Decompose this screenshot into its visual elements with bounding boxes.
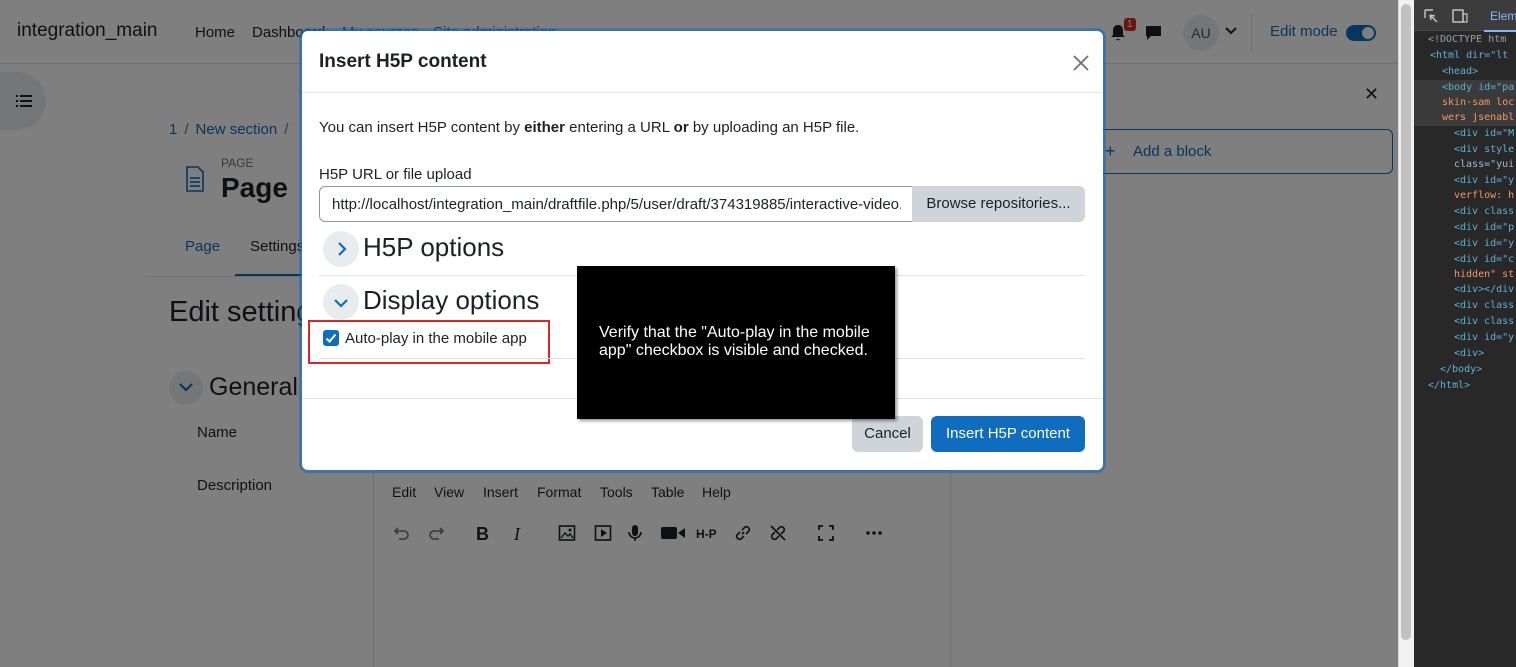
dom-line[interactable]: class="yui [1454,159,1514,174]
dom-line[interactable]: hidden" st [1454,269,1514,284]
dom-line[interactable]: <div id="p [1454,222,1514,237]
close-icon[interactable] [1072,54,1090,72]
dom-line[interactable]: <div class [1454,316,1514,331]
dom-line[interactable]: <head> [1442,66,1478,81]
devtools-toolbar: Elem [1414,0,1516,32]
dom-line[interactable]: <div class [1454,300,1514,315]
autoplay-checkbox[interactable] [323,330,339,346]
dom-line[interactable]: <div id="y [1454,175,1514,190]
dom-line[interactable]: <div id="y [1454,238,1514,253]
check-icon [325,333,337,343]
verification-annotation: Verify that the "Auto-play in the mobile… [577,266,895,419]
dom-line[interactable]: skin-sam loc [1442,97,1514,112]
devtools-panel: Elem <!DOCTYPE htm <html dir="lt <head> … [1414,0,1516,667]
h5p-url-input[interactable] [319,186,914,222]
dom-line[interactable]: <div class [1454,206,1514,221]
dom-line[interactable]: <div id="y [1454,332,1514,347]
dom-line[interactable]: <html dir="lt [1430,50,1508,65]
dom-line[interactable]: </html> [1428,380,1470,395]
dom-line[interactable]: <!DOCTYPE htm [1428,34,1506,49]
devtools-elements-tab[interactable]: Elem [1490,9,1516,23]
inspect-icon[interactable] [1424,9,1438,23]
chevron-down-icon [334,299,348,308]
insert-h5p-content-button[interactable]: Insert H5P content [931,416,1085,452]
autoplay-label[interactable]: Auto-play in the mobile app [345,330,527,347]
dom-line[interactable]: <div style [1454,144,1514,159]
dom-line[interactable]: <div id="c [1454,254,1514,269]
dom-line[interactable]: wers jsenabl [1442,112,1514,127]
active-tab-indicator [1484,30,1516,32]
dialog-title: Insert H5P content [319,51,487,72]
dom-line[interactable]: verflow: h [1454,190,1514,205]
dom-line[interactable]: <div> [1454,348,1484,363]
dialog-header-divider [302,92,1103,93]
dom-line[interactable]: </body> [1440,364,1482,379]
display-options-heading[interactable]: Display options [363,285,539,316]
cancel-button[interactable]: Cancel [852,416,923,452]
dialog-intro: You can insert H5P content by either ent… [319,119,860,136]
device-toggle-icon[interactable] [1452,9,1468,23]
h5p-options-heading[interactable]: H5P options [363,232,504,263]
dom-line[interactable]: <body id="pa [1442,82,1514,97]
scrollbar-thumb[interactable] [1401,4,1411,640]
dom-line[interactable]: <div id="M [1454,128,1514,143]
browse-repositories-button[interactable]: Browse repositories... [912,186,1085,222]
chevron-right-icon [338,242,347,256]
url-field-label: H5P URL or file upload [319,166,472,183]
dom-line[interactable]: <div></div [1454,284,1514,299]
